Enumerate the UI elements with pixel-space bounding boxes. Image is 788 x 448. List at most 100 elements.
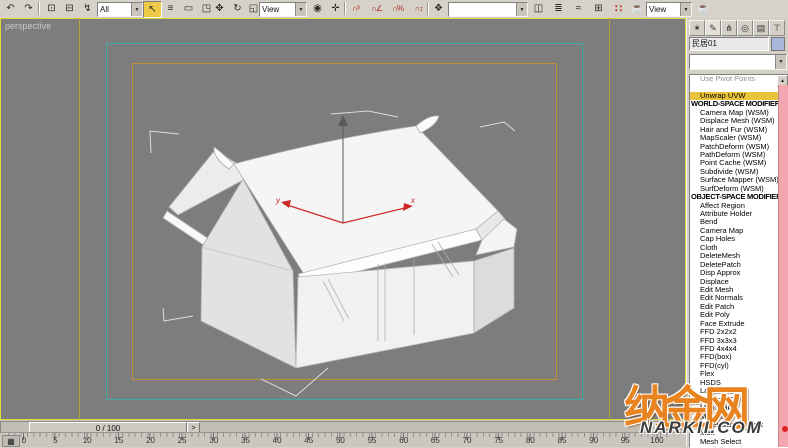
- quick-render-icon[interactable]: ☕: [695, 1, 712, 16]
- modifier-list-item[interactable]: FFD(cyl): [690, 362, 778, 370]
- modifier-list-item[interactable]: WORLD-SPACE MODIFIERS: [690, 100, 778, 108]
- select-and-manipulate-icon[interactable]: ✛: [327, 1, 344, 16]
- chevron-down-icon[interactable]: ▼: [775, 55, 786, 69]
- select-and-move-icon[interactable]: ✥: [211, 1, 228, 16]
- modifier-list-item[interactable]: Cap Holes: [690, 235, 778, 243]
- object-color-swatch[interactable]: [771, 37, 785, 51]
- named-selection-sets-dropdown[interactable]: ▼: [448, 2, 528, 17]
- tab-utilities-icon[interactable]: ⊤: [769, 20, 785, 36]
- modifier-list-item[interactable]: Unwrap UVW: [690, 92, 778, 100]
- modifier-list-item[interactable]: [690, 83, 778, 91]
- modifier-list-item[interactable]: MapScaler: [690, 404, 778, 412]
- modifier-list-item[interactable]: Face Extrude: [690, 320, 778, 328]
- rectangular-selection-region-icon[interactable]: ▭: [180, 1, 197, 16]
- modifier-list-item[interactable]: Surface Mapper (WSM): [690, 176, 778, 184]
- reference-coordinate-dropdown[interactable]: View ▼: [259, 2, 307, 17]
- modifier-list-item[interactable]: PatchDeform (WSM): [690, 143, 778, 151]
- modifier-list-item[interactable]: FFD 3x3x3: [690, 337, 778, 345]
- modifier-list-item[interactable]: Edit Patch: [690, 303, 778, 311]
- tab-hierarchy-icon[interactable]: ⋔: [721, 20, 737, 36]
- modifier-list-item[interactable]: Use Pivot Points: [690, 75, 778, 83]
- track-bar-label: 30: [198, 436, 230, 445]
- modifier-list-item[interactable]: Hair and Fur (WSM): [690, 126, 778, 134]
- tab-motion-icon[interactable]: ◎: [737, 20, 753, 36]
- modifier-list-item[interactable]: Subdivide (WSM): [690, 168, 778, 176]
- modifier-list-item[interactable]: Camera Map: [690, 227, 778, 235]
- layer-manager-icon[interactable]: ≣: [550, 1, 567, 16]
- modifier-list-item[interactable]: DeletePatch: [690, 261, 778, 269]
- modifier-list-item[interactable]: Flex: [690, 370, 778, 378]
- chevron-down-icon[interactable]: ▼: [680, 3, 691, 16]
- curve-editor-icon[interactable]: ≈: [570, 1, 587, 16]
- modifier-list-item[interactable]: Bend: [690, 218, 778, 226]
- modifier-list-item[interactable]: DeleteMesh: [690, 252, 778, 260]
- use-pivot-center-icon[interactable]: ◉: [309, 1, 326, 16]
- selection-filter-dropdown[interactable]: All ▼: [97, 2, 143, 17]
- snap-toggle-3d-icon[interactable]: ∩³: [347, 1, 364, 16]
- perspective-viewport[interactable]: perspective: [0, 18, 686, 420]
- modifier-list-item[interactable]: MapScaler (WSM): [690, 134, 778, 142]
- modifier-list-item[interactable]: Cloth: [690, 244, 778, 252]
- named-selection-sets-icon[interactable]: ❖: [430, 1, 447, 16]
- render-setup-icon[interactable]: ☕: [629, 1, 646, 16]
- modifier-list-item[interactable]: Disp Approx: [690, 269, 778, 277]
- mirror-icon[interactable]: ◫: [530, 1, 547, 16]
- modifier-list-item[interactable]: HSDS: [690, 379, 778, 387]
- modifier-list-item[interactable]: Displace Mesh (WSM): [690, 117, 778, 125]
- undo-icon[interactable]: ↶: [2, 1, 19, 16]
- modifier-list-item[interactable]: PathDeform (WSM): [690, 151, 778, 159]
- unlink-selection-icon[interactable]: ⊟: [61, 1, 78, 16]
- house-model[interactable]: [163, 116, 517, 368]
- toolbar-separator: [344, 2, 346, 15]
- modifier-list-item[interactable]: Material: [690, 413, 778, 421]
- bind-to-space-warp-icon[interactable]: ↯: [79, 1, 96, 16]
- modifier-list-item[interactable]: Melt: [690, 429, 778, 437]
- chevron-down-icon[interactable]: ▼: [295, 3, 306, 16]
- modifier-list-item[interactable]: Affect Region: [690, 202, 778, 210]
- modifier-list-item[interactable]: Linked XForm: [690, 396, 778, 404]
- modifier-list-item[interactable]: MaterialByElement: [690, 421, 778, 429]
- modifier-list-item[interactable]: Lattice: [690, 387, 778, 395]
- modifier-list-item[interactable]: SurfDeform (WSM): [690, 185, 778, 193]
- select-object-button[interactable]: ↖: [143, 1, 162, 18]
- track-bar-label: 65: [420, 436, 452, 445]
- main-toolbar: ↶ ↷ ⊡ ⊟ ↯ All ▼ ↖ ≡ ▭ ◳ ✥ ↻ ◱ View ▼ ◉ ✛…: [0, 0, 788, 19]
- modifier-list-item[interactable]: Attribute Holder: [690, 210, 778, 218]
- modifier-list-item[interactable]: Displace: [690, 278, 778, 286]
- schematic-view-icon[interactable]: ⊞: [590, 1, 607, 16]
- spinner-snap-icon[interactable]: ∩↕: [410, 1, 427, 16]
- angle-snap-icon[interactable]: ∩∠: [368, 1, 385, 16]
- chevron-down-icon[interactable]: ▼: [131, 3, 142, 16]
- track-bar[interactable]: ▦ 05101520253035404550556065707580859095…: [0, 432, 686, 447]
- modifier-list-item[interactable]: FFD(box): [690, 353, 778, 361]
- percent-snap-icon[interactable]: ∩%: [389, 1, 406, 16]
- redo-icon[interactable]: ↷: [20, 1, 37, 16]
- modifier-list-item[interactable]: OBJECT-SPACE MODIFIERS: [690, 193, 778, 201]
- modifier-list-item[interactable]: Mesh Select: [690, 438, 778, 446]
- select-by-name-icon[interactable]: ≡: [162, 1, 179, 16]
- material-editor-icon[interactable]: ∷: [610, 1, 627, 16]
- toolbar-separator: [427, 2, 429, 15]
- modifier-list-item[interactable]: FFD 4x4x4: [690, 345, 778, 353]
- modifier-list-item[interactable]: Edit Mesh: [690, 286, 778, 294]
- modifier-list-item[interactable]: Edit Poly: [690, 311, 778, 319]
- chevron-down-icon[interactable]: ▼: [516, 3, 527, 16]
- modifier-list-item[interactable]: Edit Normals: [690, 294, 778, 302]
- modifier-list-item[interactable]: Camera Map (WSM): [690, 109, 778, 117]
- scrollbar-track[interactable]: [778, 85, 788, 447]
- tab-display-icon[interactable]: ▤: [753, 20, 769, 36]
- viewport-label[interactable]: perspective: [5, 21, 51, 31]
- viewport-canvas: y x: [1, 19, 685, 419]
- track-bar-label: 45: [293, 436, 325, 445]
- tab-create-icon[interactable]: ✶: [689, 20, 705, 36]
- select-and-link-icon[interactable]: ⊡: [43, 1, 60, 16]
- modifier-list-dropdown[interactable]: ▼: [689, 54, 787, 70]
- time-slider-row: 0 / 100 >: [0, 420, 686, 432]
- modifier-list-scrollbar[interactable]: ▲: [779, 75, 788, 447]
- modifier-list-item[interactable]: Point Cache (WSM): [690, 159, 778, 167]
- object-name-field[interactable]: 民居01: [689, 37, 769, 51]
- select-and-rotate-icon[interactable]: ↻: [229, 1, 246, 16]
- render-type-dropdown[interactable]: View ▼: [646, 2, 692, 17]
- modifier-list-item[interactable]: FFD 2x2x2: [690, 328, 778, 336]
- tab-modify-icon[interactable]: ✎: [705, 20, 721, 36]
